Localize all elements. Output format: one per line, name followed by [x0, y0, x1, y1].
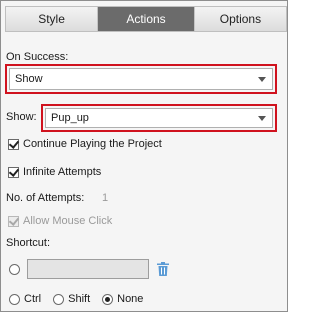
- continue-playing-label: Continue Playing the Project: [23, 138, 162, 150]
- show-label: Show:: [6, 111, 37, 123]
- ctrl-label: Ctrl: [24, 293, 42, 305]
- continue-playing-row: Continue Playing the Project: [8, 138, 162, 150]
- continue-playing-checkbox[interactable]: [8, 138, 19, 150]
- tab-actions[interactable]: Actions: [98, 7, 195, 31]
- on-success-highlight: Show: [5, 64, 277, 94]
- shift-option[interactable]: Shift: [53, 293, 90, 305]
- infinite-attempts-label: Infinite Attempts: [23, 166, 102, 178]
- none-radio[interactable]: [102, 293, 114, 305]
- tab-bar: Style Actions Options: [5, 6, 287, 32]
- allow-mouse-click-label: Allow Mouse Click: [23, 215, 113, 227]
- trash-icon[interactable]: [157, 262, 169, 276]
- on-success-value: Show: [15, 73, 43, 85]
- actions-panel: Style Actions Options On Success: Show S…: [0, 0, 288, 312]
- ctrl-radio[interactable]: [9, 293, 20, 305]
- allow-mouse-click-row: Allow Mouse Click: [8, 215, 112, 227]
- modifier-row: Ctrl Shift None: [9, 293, 155, 305]
- chevron-down-icon: [258, 77, 266, 82]
- none-label: None: [117, 293, 144, 305]
- infinite-attempts-row: Infinite Attempts: [8, 166, 101, 178]
- on-success-label: On Success:: [6, 51, 69, 63]
- shift-radio[interactable]: [53, 293, 65, 305]
- ctrl-option[interactable]: Ctrl: [9, 293, 41, 305]
- chevron-down-icon: [258, 116, 266, 121]
- show-highlight: Pup_up: [41, 104, 277, 132]
- allow-mouse-click-checkbox: [8, 215, 19, 227]
- none-option[interactable]: None: [102, 293, 143, 305]
- infinite-attempts-checkbox[interactable]: [8, 166, 19, 178]
- shortcut-radio[interactable]: [9, 264, 20, 275]
- attempts-label: No. of Attempts:: [6, 192, 85, 204]
- show-dropdown[interactable]: Pup_up: [45, 108, 273, 128]
- tab-options[interactable]: Options: [194, 7, 286, 31]
- shortcut-label: Shortcut:: [6, 237, 51, 249]
- shortcut-input[interactable]: [27, 259, 149, 279]
- tab-style[interactable]: Style: [6, 7, 99, 31]
- show-value: Pup_up: [51, 112, 89, 124]
- shift-label: Shift: [68, 293, 91, 305]
- attempts-value: 1: [102, 192, 109, 204]
- on-success-dropdown[interactable]: Show: [9, 68, 273, 90]
